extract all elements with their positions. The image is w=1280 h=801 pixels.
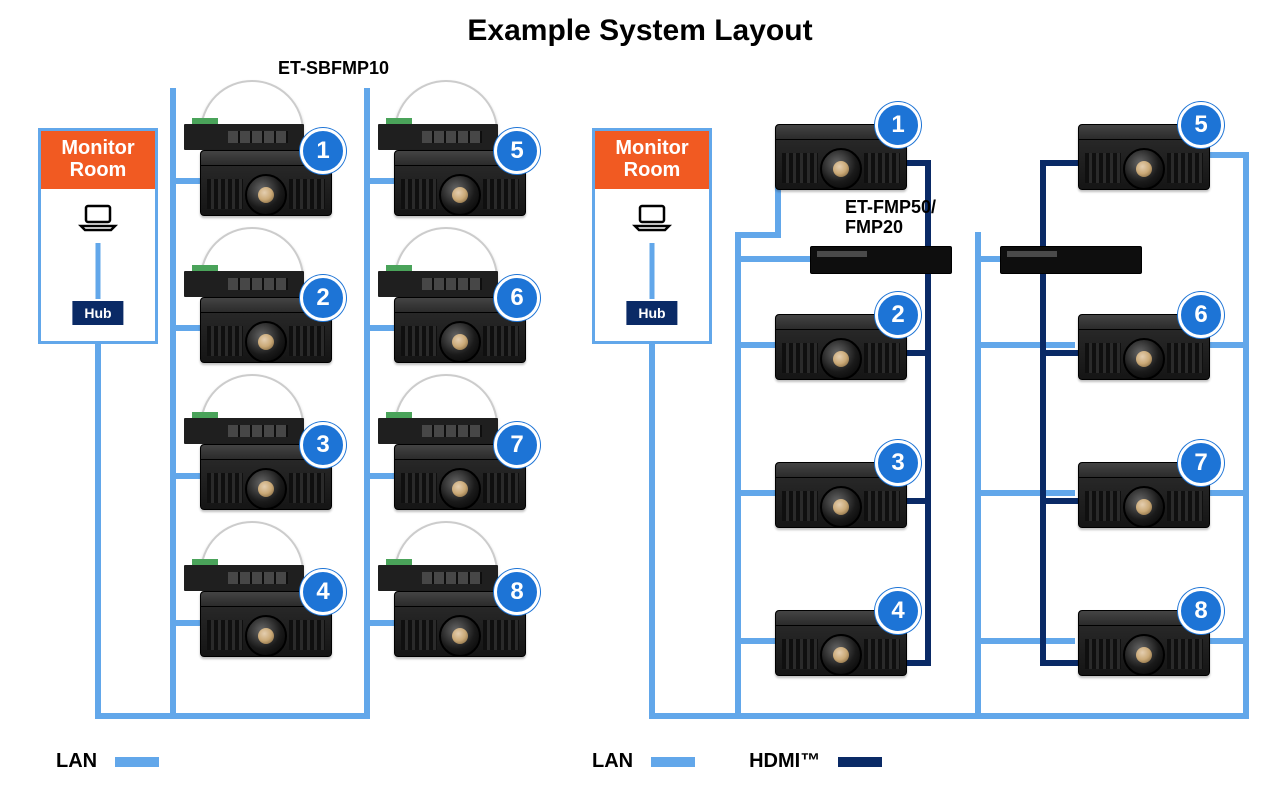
projector-badge: 5 bbox=[494, 128, 540, 174]
lan-line bbox=[975, 232, 981, 719]
lan-line bbox=[975, 342, 1075, 348]
monitor-room-right: Monitor Room Hub bbox=[592, 128, 712, 344]
lan-line bbox=[1209, 152, 1249, 158]
projector-badge: 8 bbox=[1178, 588, 1224, 634]
lan-swatch bbox=[115, 757, 159, 767]
hdmi-line bbox=[1040, 160, 1046, 666]
laptop-icon bbox=[632, 203, 672, 238]
lan-line bbox=[975, 638, 1075, 644]
lan-line bbox=[1209, 638, 1249, 644]
projector-badge: 4 bbox=[875, 588, 921, 634]
monitor-room-label-l1: Monitor bbox=[61, 137, 134, 159]
fmp-unit bbox=[1000, 246, 1142, 274]
lan-line bbox=[95, 713, 370, 719]
hdmi-line bbox=[1040, 350, 1078, 356]
lan-line bbox=[1209, 490, 1249, 496]
hdmi-line bbox=[1040, 660, 1078, 666]
page-title: Example System Layout bbox=[0, 14, 1280, 48]
lan-line bbox=[735, 256, 815, 262]
monitor-room-label-l1: Monitor bbox=[615, 137, 688, 159]
projector-badge: 3 bbox=[300, 422, 346, 468]
projector-badge: 6 bbox=[1178, 292, 1224, 338]
hdmi-line bbox=[1040, 498, 1078, 504]
lan-line bbox=[95, 344, 101, 719]
legend-right: LAN HDMI™ bbox=[592, 750, 882, 773]
legend-lan-label: LAN bbox=[592, 750, 633, 773]
monitor-room-label-l2: Room bbox=[70, 159, 127, 181]
lan-line bbox=[1243, 152, 1249, 719]
projector-badge: 1 bbox=[300, 128, 346, 174]
lan-line bbox=[735, 490, 775, 496]
lan-line bbox=[735, 342, 775, 348]
hdmi-line bbox=[1040, 160, 1078, 166]
lan-line bbox=[1209, 342, 1249, 348]
legend-lan-label: LAN bbox=[56, 750, 97, 773]
fmp-unit bbox=[810, 246, 952, 274]
hdmi-swatch bbox=[838, 757, 882, 767]
projector-badge: 6 bbox=[494, 275, 540, 321]
lan-line bbox=[650, 243, 655, 299]
lan-line bbox=[975, 490, 1075, 496]
monitor-room-label-l2: Room bbox=[624, 159, 681, 181]
projector-badge: 3 bbox=[875, 440, 921, 486]
lan-swatch bbox=[651, 757, 695, 767]
board-model-label: ET-SBFMP10 bbox=[278, 58, 389, 79]
lan-line bbox=[735, 232, 741, 719]
hub-label-left: Hub bbox=[72, 301, 123, 325]
lan-line bbox=[649, 344, 655, 719]
projector-badge: 2 bbox=[875, 292, 921, 338]
lan-line bbox=[735, 638, 775, 644]
lan-line bbox=[735, 232, 775, 238]
monitor-room-left: Monitor Room Hub bbox=[38, 128, 158, 344]
fmp-model-label: ET-FMP50/FMP20 bbox=[845, 198, 936, 238]
projector-badge: 5 bbox=[1178, 102, 1224, 148]
laptop-icon bbox=[78, 203, 118, 238]
legend-left: LAN bbox=[56, 750, 159, 773]
projector-badge: 8 bbox=[494, 569, 540, 615]
projector-badge: 7 bbox=[494, 422, 540, 468]
projector-badge: 7 bbox=[1178, 440, 1224, 486]
legend-hdmi-label: HDMI™ bbox=[749, 750, 820, 773]
lan-line bbox=[96, 243, 101, 299]
hub-label-right: Hub bbox=[626, 301, 677, 325]
projector-badge: 2 bbox=[300, 275, 346, 321]
projector-badge: 1 bbox=[875, 102, 921, 148]
projector-badge: 4 bbox=[300, 569, 346, 615]
